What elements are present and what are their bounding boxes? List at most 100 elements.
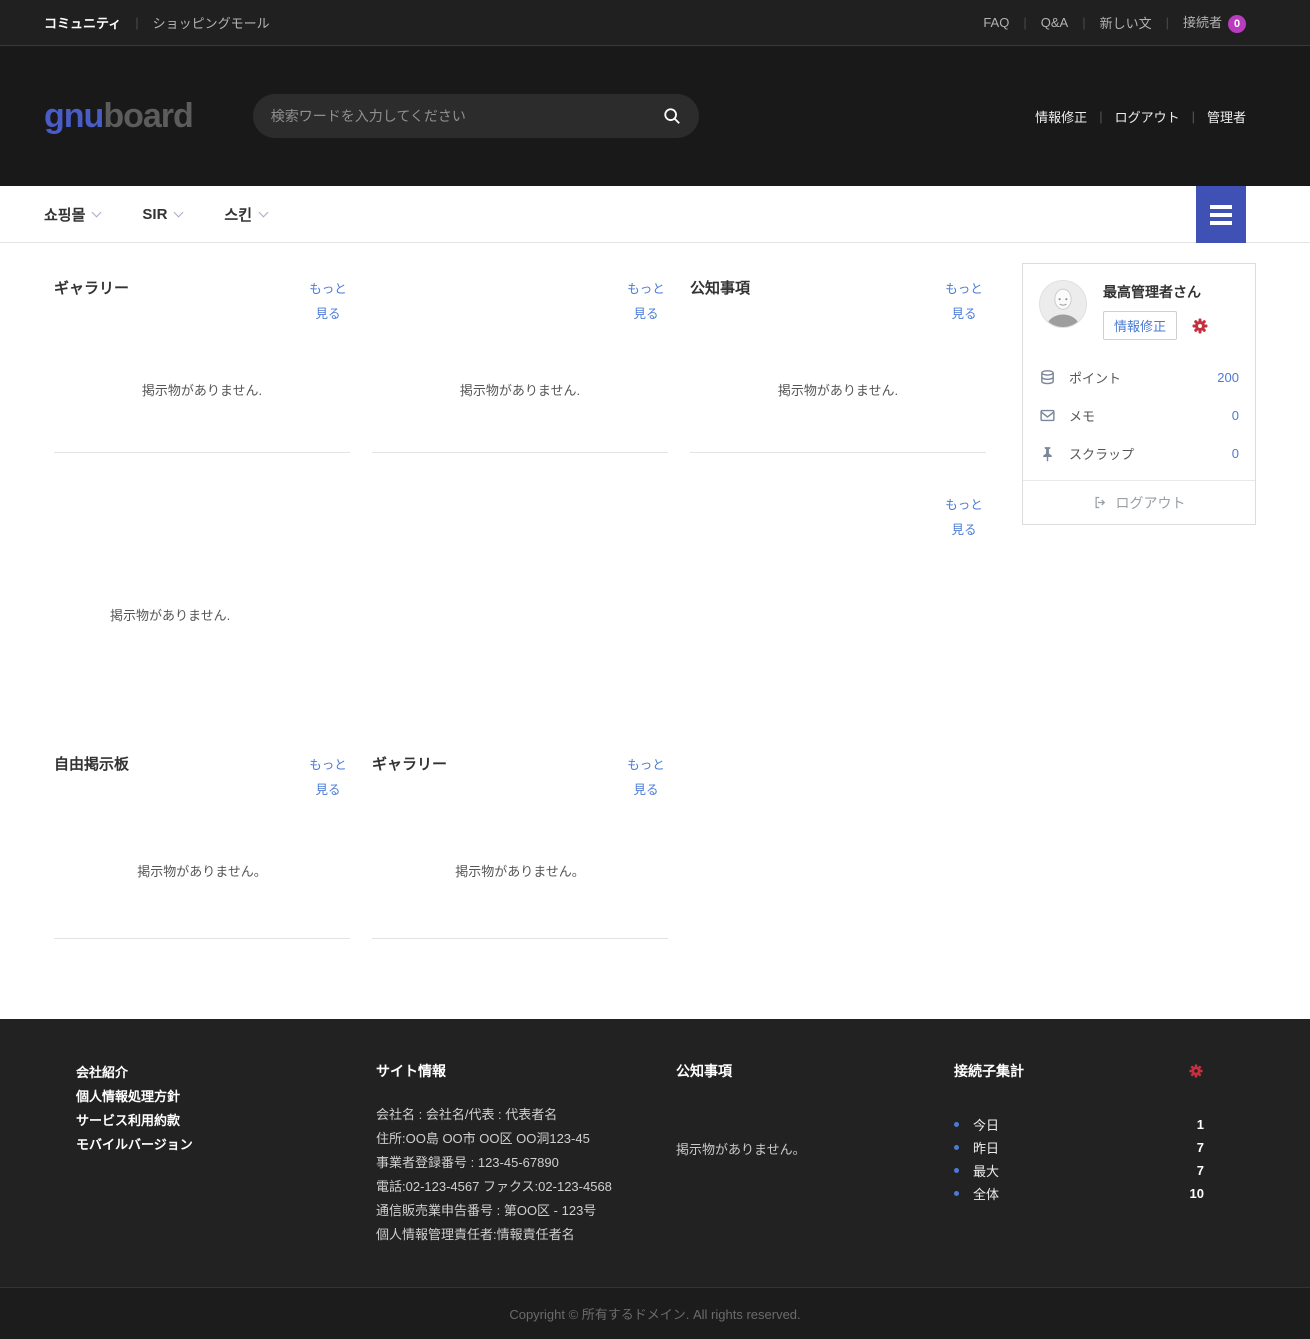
connected-users-label: 接続者 [1183,15,1222,30]
empty-message: 掲示物がありません. [778,380,898,399]
topbar-link-faq[interactable]: FAQ [983,15,1009,30]
username: 最高管理者さん [1103,282,1209,302]
main-content: ギャラリー もっと見る 掲示物がありません. もっと見る 掲示物がありません. [54,243,1256,939]
search-bar [253,94,699,138]
visitor-stat-yesterday: 昨日 7 [954,1136,1204,1159]
footer-link-privacy[interactable]: 個人情報処理方針 [76,1085,354,1109]
visitor-stat-label: 全体 [973,1184,999,1203]
nav-item-label: 쇼핑몰 [44,204,85,225]
search-icon [663,107,681,125]
divider: | [1023,15,1026,30]
site-info-line: 通信販売業申告番号 : 第OO区 - 123号 [376,1199,654,1223]
stat-value: 0 [1232,446,1239,461]
logout-button[interactable]: ログアウト [1023,480,1255,524]
all-menu-button[interactable] [1196,186,1246,243]
header-link-logout[interactable]: ログアウト [1115,107,1180,126]
visitor-stat-max: 最大 7 [954,1159,1204,1182]
nav-item-skin[interactable]: 스킨 [224,204,267,225]
more-link[interactable]: もっと見る [624,277,668,327]
visitor-stat-today: 今日 1 [954,1113,1204,1136]
more-link[interactable]: もっと見る [624,753,668,803]
site-info-title: サイト情報 [376,1061,654,1081]
footer-link-company[interactable]: 会社紹介 [76,1061,354,1085]
footer-notice-column: 公知事項 掲示物がありません。 [654,1061,954,1247]
header-link-edit-info[interactable]: 情報修正 [1035,107,1087,126]
nav-item-shopping-mall[interactable]: 쇼핑몰 [44,204,100,225]
edit-info-button[interactable]: 情報修正 [1103,311,1177,340]
chevron-down-icon [174,207,184,217]
stat-label: スクラップ [1069,444,1134,463]
main-navigation: 쇼핑몰 SIR 스킨 [0,186,1310,243]
topbar-left: コミュニティ | ショッピングモール [44,13,270,32]
visitors-settings-gear-icon[interactable] [1188,1063,1204,1079]
footer-visitors-column: 接続子集計 [954,1061,1204,1247]
search-input[interactable] [271,108,663,124]
header-link-admin[interactable]: 管理者 [1207,107,1246,126]
widget-untitled-1: もっと見る 掲示物がありません. [372,263,668,453]
visitor-stat-label: 最大 [973,1161,999,1180]
empty-message: 掲示物がありません。 [676,1139,954,1158]
site-header: gnuboard 情報修正 | ログアウト | 管理者 [0,46,1310,186]
empty-message: 掲示物がありません. [110,608,230,623]
divider: | [135,15,138,30]
nav-item-label: SIR [142,206,167,223]
visitor-stat-label: 昨日 [973,1138,999,1157]
more-link[interactable]: もっと見る [306,277,350,327]
bullet-icon [954,1122,959,1127]
empty-message: 掲示物がありません. [460,380,580,399]
footer-link-terms[interactable]: サービス利用約款 [76,1109,354,1133]
sidebar: 最高管理者さん 情報修正 [1022,263,1256,939]
sidebar-item-scrap[interactable]: スクラップ 0 [1039,434,1239,472]
empty-message: 掲示物がありません。 [455,861,585,880]
topbar-link-new-posts[interactable]: 新しい文 [1100,13,1152,32]
visitor-stat-value: 10 [1190,1186,1204,1201]
nav-item-sir[interactable]: SIR [142,206,182,223]
avatar [1039,280,1087,328]
logo-text-gnu: gnu [44,97,103,135]
widget-title: 自由掲示板 [54,753,129,774]
visitor-stat-value: 1 [1197,1117,1204,1132]
divider: | [1192,109,1195,124]
empty-column [690,739,986,939]
widgets-row-1: ギャラリー もっと見る 掲示物がありません. もっと見る 掲示物がありません. [54,263,986,453]
visitor-stat-label: 今日 [973,1115,999,1134]
topbar-link-qna[interactable]: Q&A [1041,15,1068,30]
bullet-icon [954,1191,959,1196]
sidebar-item-memo[interactable]: メモ 0 [1039,396,1239,434]
hamburger-icon [1210,205,1232,209]
copyright-bar: Copyright © 所有するドメイン. All rights reserve… [0,1287,1310,1339]
widget-gallery-2: ギャラリー もっと見る 掲示物がありません。 [372,739,668,939]
topbar-link-connected-users[interactable]: 接続者0 [1183,12,1246,33]
topbar-link-shopping-mall[interactable]: ショッピングモール [153,13,270,32]
more-link[interactable]: もっと見る [942,493,986,543]
sidebar-item-points[interactable]: ポイント 200 [1039,358,1239,396]
chevron-down-icon [259,207,269,217]
divider: | [1166,15,1169,30]
visitors-title: 接続子集計 [954,1061,1024,1081]
topbar-link-community[interactable]: コミュニティ [44,13,121,32]
site-info-line: 電話:02-123-4567 ファクス:02-123-4568 [376,1175,654,1199]
visitor-stat-value: 7 [1197,1140,1204,1155]
bullet-icon [954,1168,959,1173]
stat-value: 200 [1217,370,1239,385]
logout-icon [1093,495,1108,510]
widget-notice: 公知事項 もっと見る 掲示物がありません. [690,263,986,453]
settings-gear-icon[interactable] [1191,317,1209,335]
more-link[interactable]: もっと見る [942,277,986,327]
copyright-text: Copyright © 所有するドメイン. All rights reserve… [509,1304,800,1323]
visitor-stat-total: 全体 10 [954,1182,1204,1205]
empty-message: 掲示物がありません. [142,380,262,399]
more-link[interactable]: もっと見る [306,753,350,803]
site-logo[interactable]: gnuboard [44,97,193,136]
latest-widgets-area: ギャラリー もっと見る 掲示物がありません. もっと見る 掲示物がありません. [54,263,986,939]
footer-links-column: 会社紹介 個人情報処理方針 サービス利用約款 モバイルバージョン [54,1061,354,1247]
coins-icon [1039,369,1061,386]
site-info-line: 住所:OO島 OO市 OO区 OO洞123-45 [376,1127,654,1151]
search-button[interactable] [663,107,681,125]
logout-label: ログアウト [1116,493,1186,513]
user-panel: 最高管理者さん 情報修正 [1022,263,1256,525]
widget-title: ギャラリー [372,753,447,774]
footer-link-mobile[interactable]: モバイルバージョン [76,1133,354,1157]
widget-gallery-1: ギャラリー もっと見る 掲示物がありません. [54,263,350,453]
topbar-right: FAQ | Q&A | 新しい文 | 接続者0 [983,12,1246,33]
